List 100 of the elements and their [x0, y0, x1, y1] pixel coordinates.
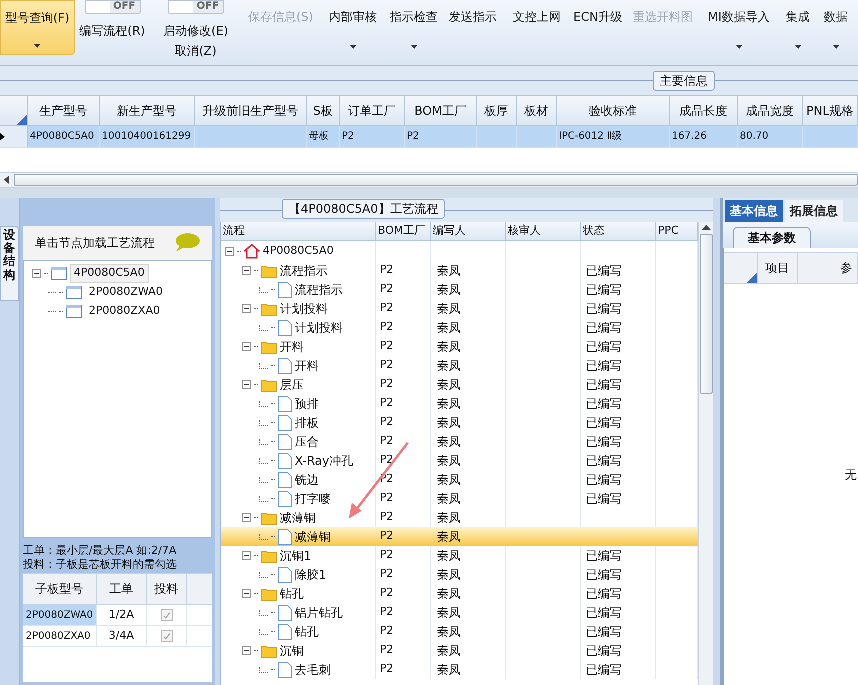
tab[interactable]: 拓展信息 — [785, 200, 843, 222]
scrollbar-thumb[interactable] — [14, 174, 858, 186]
column-header[interactable]: 板厚 — [477, 96, 517, 125]
tree-row[interactable]: 沉铜 P2 秦凤 已编写 — [221, 641, 698, 660]
vertical-scrollbar[interactable] — [698, 222, 713, 685]
checkbox[interactable] — [160, 609, 172, 621]
toggle-switch[interactable]: OFF — [168, 0, 224, 14]
column-header[interactable]: 投料 — [147, 574, 187, 604]
table-cell: 已编写 — [586, 568, 622, 582]
column-header[interactable]: 新生产型号 — [100, 96, 195, 125]
window-icon — [66, 286, 82, 299]
column-header[interactable]: 成品宽度 — [738, 96, 803, 125]
tab[interactable]: 基本参数 — [733, 227, 811, 248]
collapse-icon[interactable] — [225, 247, 234, 256]
tree-row[interactable]: 计划投料 P2 秦凤 已编写 — [221, 318, 698, 337]
tree-row[interactable]: 沉铜1 P2 秦凤 已编写 — [221, 546, 698, 565]
column-header[interactable]: 工单 — [97, 574, 147, 604]
tree-row[interactable]: 减薄铜 P2 秦凤 — [221, 508, 698, 527]
ribbon-button[interactable]: 文控上网 — [504, 0, 570, 55]
column-header[interactable]: 流程 — [221, 222, 376, 240]
column-header[interactable]: BOM工厂 — [376, 222, 431, 240]
tree-row[interactable]: X-Ray冲孔 P2 秦凤 已编写 — [221, 451, 698, 470]
column-header[interactable]: 项目 — [758, 253, 798, 283]
collapse-icon[interactable] — [242, 266, 251, 275]
tree-row[interactable]: 排板 P2 秦凤 已编写 — [221, 413, 698, 432]
collapse-icon[interactable] — [242, 589, 251, 598]
column-header[interactable]: 升级前旧生产型号 — [195, 96, 307, 125]
folder-icon — [261, 510, 277, 524]
ribbon-button[interactable]: 发送指示 — [442, 0, 504, 55]
caret-icon — [794, 45, 802, 49]
ribbon-button[interactable]: 内部审核 — [320, 0, 386, 55]
column-header[interactable]: 验收标准 — [557, 96, 670, 125]
table-cell-text: P2 — [342, 130, 354, 144]
collapse-icon[interactable] — [242, 342, 251, 351]
column-header[interactable]: 成品长度 — [670, 96, 738, 125]
checkbox[interactable] — [160, 630, 172, 642]
collapse-icon[interactable] — [242, 551, 251, 560]
tree-row[interactable]: 减薄铜 P2 秦凤 — [221, 527, 698, 546]
tree-row[interactable]: 压合 P2 秦凤 已编写 — [221, 432, 698, 451]
table-cell: P2 — [380, 434, 394, 448]
table-cell: 1/2A — [97, 605, 147, 625]
column-header[interactable]: 生产型号 — [28, 96, 100, 125]
tree-item[interactable]: 2P0080ZWA0 — [85, 283, 167, 302]
column-header[interactable]: S板 — [307, 96, 340, 125]
horizontal-scrollbar[interactable] — [0, 172, 858, 188]
ribbon-button[interactable]: ECN升级 — [570, 0, 626, 55]
column-header[interactable]: 板材 — [517, 96, 557, 125]
document-icon — [278, 604, 292, 620]
table-cell: 秦凤 — [437, 358, 461, 372]
tab[interactable]: 基本信息 — [725, 200, 783, 222]
tree-item[interactable]: 4P0080C5A0 — [70, 264, 149, 283]
table-cell: 已编写 — [586, 434, 622, 448]
query-button[interactable]: 型号查询(F) — [0, 0, 75, 55]
folder-icon — [261, 340, 277, 354]
tree-row[interactable]: 开料 P2 秦凤 已编写 — [221, 337, 698, 356]
table-cell: 秦凤 — [437, 606, 461, 620]
tree-row[interactable]: 流程指示 P2 秦凤 已编写 — [221, 261, 698, 280]
column-header[interactable]: 参 — [798, 253, 858, 283]
table-cell[interactable]: 2P0080ZWA0 — [23, 605, 97, 625]
tree-row[interactable]: 去毛刺 P2 秦凤 已编写 — [221, 660, 698, 679]
ribbon-button[interactable]: 集成 — [778, 0, 818, 55]
scrollbar-thumb[interactable] — [700, 234, 712, 394]
ribbon-button[interactable]: 指示检查 — [386, 0, 442, 55]
tree-label: 钻孔 — [295, 624, 319, 640]
collapse-icon[interactable] — [32, 269, 41, 278]
group-title: 主要信息 — [653, 71, 715, 91]
column-header[interactable]: 订单工厂 — [340, 96, 405, 125]
tree-row[interactable]: 铝片钻孔 P2 秦凤 已编写 — [221, 603, 698, 622]
collapse-icon[interactable] — [242, 304, 251, 313]
column-header[interactable]: 子板型号 — [23, 574, 97, 604]
column-header[interactable]: 核审人 — [506, 222, 581, 240]
side-tab[interactable]: 设备结构 — [0, 226, 19, 301]
document-icon — [278, 662, 292, 678]
tree-label: 预排 — [295, 396, 319, 412]
tree-row[interactable]: 除胶1 P2 秦凤 已编写 — [221, 565, 698, 584]
tree-row[interactable]: 4P0080C5A0 — [221, 242, 698, 261]
collapse-icon[interactable] — [242, 646, 251, 655]
tree-row[interactable]: 钻孔 P2 秦凤 已编写 — [221, 622, 698, 641]
ribbon-button[interactable]: MI数据导入 — [700, 0, 778, 55]
ribbon-button[interactable]: 数据 — [818, 0, 854, 55]
corner-triangle-icon[interactable] — [747, 273, 757, 283]
tree-row[interactable]: 钻孔 P2 秦凤 已编写 — [221, 584, 698, 603]
tree-row[interactable]: 预排 P2 秦凤 已编写 — [221, 394, 698, 413]
tree-row[interactable]: 层压 P2 秦凤 已编写 — [221, 375, 698, 394]
table-row[interactable]: 4P0080C5A0 10010400161299 母板 P2 P2 IPC-6012 Ⅱ级 167.26 80.70 — [0, 126, 858, 148]
tree-row[interactable]: 计划投料 P2 秦凤 已编写 — [221, 299, 698, 318]
collapse-icon[interactable] — [242, 513, 251, 522]
table-cell: 已编写 — [586, 358, 622, 372]
corner-triangle-icon[interactable] — [17, 115, 27, 125]
column-header[interactable]: PNL规格 — [803, 96, 858, 125]
column-header[interactable]: 编写人 — [431, 222, 506, 240]
tree-row[interactable]: 流程指示 P2 秦凤 已编写 — [221, 280, 698, 299]
collapse-icon[interactable] — [242, 380, 251, 389]
column-header[interactable]: 状态 — [581, 222, 656, 240]
column-header[interactable]: BOM工厂 — [405, 96, 477, 125]
tree-label: 沉铜 — [280, 642, 304, 660]
tree-row[interactable]: 打字嘜 P2 秦凤 已编写 — [221, 489, 698, 508]
tree-row[interactable]: 开料 P2 秦凤 已编写 — [221, 356, 698, 375]
tree-item[interactable]: 2P0080ZXA0 — [85, 302, 164, 321]
toggle-switch[interactable]: OFF — [84, 0, 140, 14]
